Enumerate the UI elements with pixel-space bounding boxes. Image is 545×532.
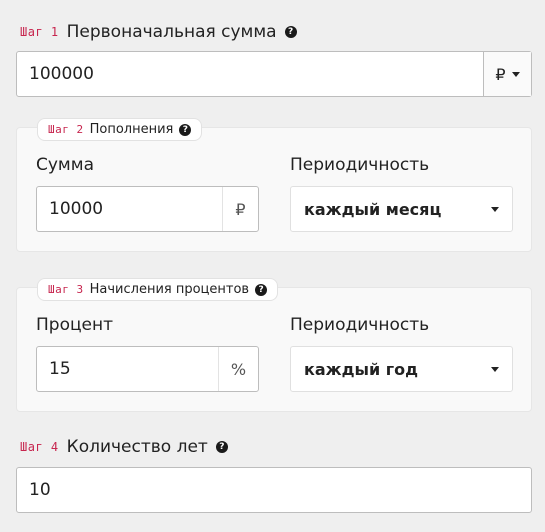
interest-period-value: каждый год — [304, 359, 419, 379]
ruble-unit: ₽ — [222, 187, 258, 231]
deposit-period-value: каждый месяц — [304, 199, 442, 219]
percent-unit-label: % — [230, 359, 247, 379]
initial-amount-input[interactable]: 100000 ₽ — [16, 51, 532, 97]
currency-label: ₽ — [495, 64, 506, 84]
step3-legend: Шаг 3 Начисления процентов ? — [37, 278, 279, 301]
step1-tag: Шаг 1 — [20, 25, 59, 39]
chevron-down-icon — [511, 71, 520, 77]
chevron-down-icon — [491, 367, 499, 372]
deposit-period-label: Периодичность — [290, 155, 430, 175]
deposit-period-select[interactable]: каждый месяц — [290, 186, 513, 232]
currency-dropdown-button[interactable]: ₽ — [483, 52, 531, 96]
interest-period-select[interactable]: каждый год — [290, 346, 513, 392]
ruble-unit-label: ₽ — [235, 199, 246, 219]
step4-tag: Шаг 4 — [20, 440, 59, 454]
step2-tag: Шаг 2 — [48, 123, 84, 136]
interest-period-label: Периодичность — [290, 315, 430, 335]
step4-title: Количество лет — [66, 437, 208, 457]
percent-unit: % — [218, 347, 258, 391]
deposit-sum-label: Сумма — [36, 155, 94, 175]
interest-rate-label: Процент — [36, 315, 114, 335]
interest-rate-input[interactable]: 15 % — [36, 346, 259, 392]
years-input[interactable]: 10 — [16, 467, 532, 513]
step2-legend: Шаг 2 Пополнения ? — [37, 118, 203, 141]
interest-rate-value: 15 — [49, 359, 71, 379]
help-icon[interactable]: ? — [179, 123, 192, 136]
step1-title: Первоначальная сумма — [66, 22, 277, 42]
help-icon[interactable]: ? — [284, 26, 297, 38]
help-icon[interactable]: ? — [255, 283, 268, 296]
initial-amount-value: 100000 — [29, 64, 94, 84]
interest-panel: Шаг 3 Начисления процентов ? Процент 15 … — [16, 278, 532, 412]
step1-label: Шаг 1 Первоначальная сумма ? — [20, 22, 297, 42]
deposits-panel: Шаг 2 Пополнения ? Сумма 10000 ₽ Периоди… — [16, 118, 532, 252]
deposit-sum-value: 10000 — [49, 199, 104, 219]
step2-title: Пополнения — [89, 122, 174, 137]
years-value: 10 — [29, 480, 51, 500]
step3-title: Начисления процентов — [89, 282, 250, 297]
chevron-down-icon — [491, 207, 499, 212]
help-icon[interactable]: ? — [215, 441, 228, 453]
step3-tag: Шаг 3 — [48, 283, 84, 296]
deposit-sum-input[interactable]: 10000 ₽ — [36, 186, 259, 232]
step4-label: Шаг 4 Количество лет ? — [20, 437, 228, 457]
